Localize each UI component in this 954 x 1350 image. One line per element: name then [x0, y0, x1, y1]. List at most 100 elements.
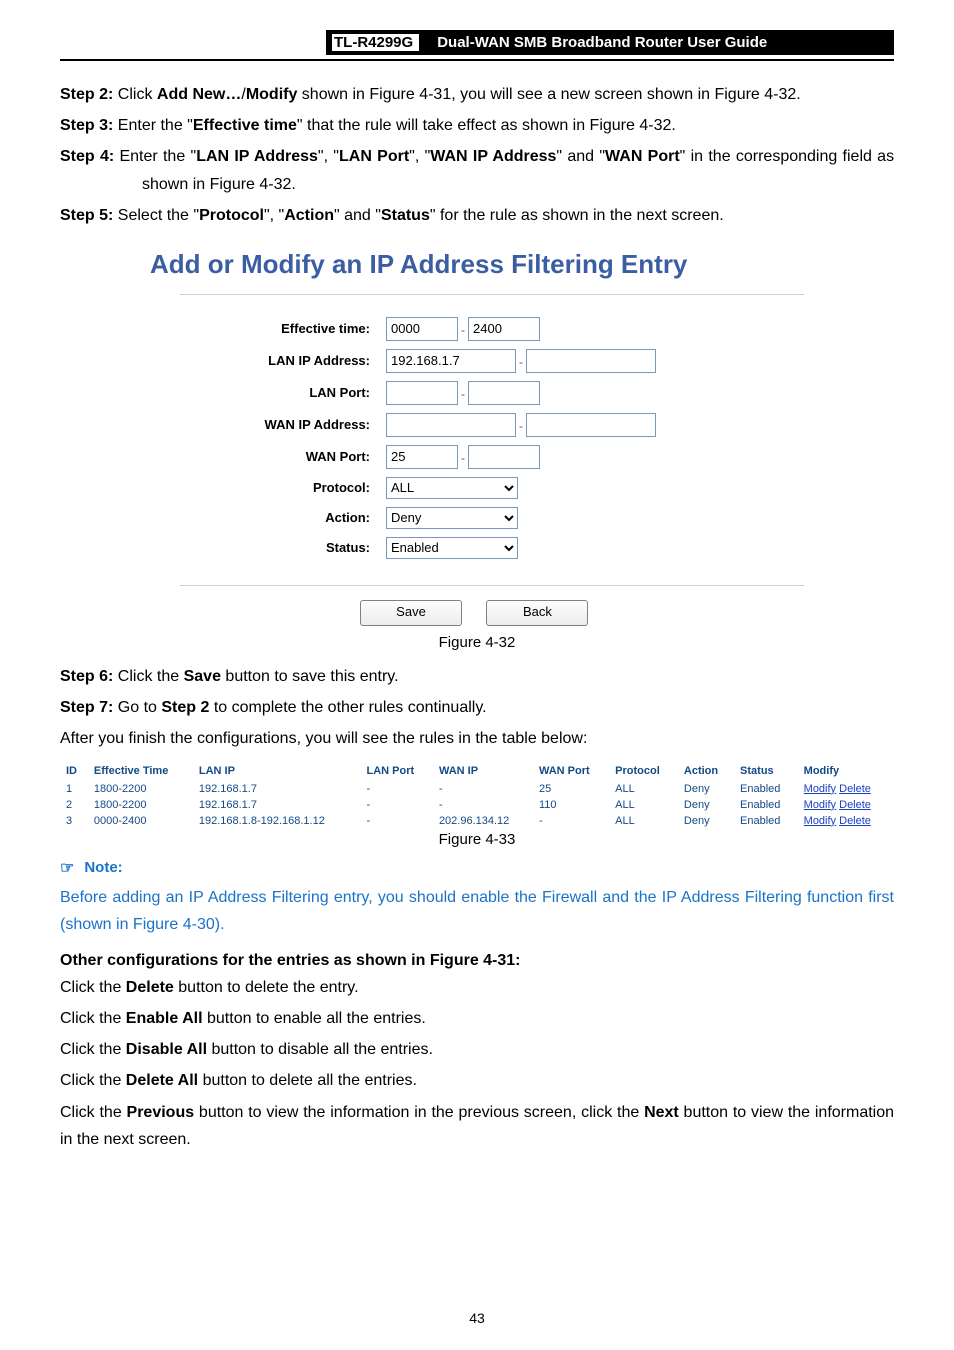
- effective-time-from-input[interactable]: [386, 317, 458, 341]
- table-header-cell: Status: [734, 761, 798, 781]
- modify-link[interactable]: Modify: [804, 815, 836, 827]
- status-select[interactable]: Enabled: [386, 537, 518, 559]
- step-line: Step 7: Go to Step 2 to complete the oth…: [60, 694, 894, 721]
- table-cell: Deny: [678, 813, 734, 829]
- step-line: Step 5: Select the "Protocol", "Action" …: [60, 202, 894, 229]
- table-header-cell: WAN Port: [533, 761, 609, 781]
- table-cell: ALL: [609, 797, 678, 813]
- other-config-line: Click the Delete button to delete the en…: [60, 974, 894, 1001]
- step-label: Step 3:: [60, 117, 118, 134]
- lanip-from-input[interactable]: [386, 349, 516, 373]
- table-cell: 2: [60, 797, 88, 813]
- action-select[interactable]: Deny: [386, 507, 518, 529]
- hand-pointer-icon: ☞: [60, 858, 74, 878]
- rules-table: IDEffective TimeLAN IPLAN PortWAN IPWAN …: [60, 761, 894, 829]
- page-number: 43: [0, 1310, 954, 1326]
- table-cell: Enabled: [734, 781, 798, 797]
- effective-time-label: Effective time:: [180, 321, 386, 336]
- table-header-cell: Action: [678, 761, 734, 781]
- step-label: Step 4:: [60, 148, 119, 165]
- other-config-heading: Other configurations for the entries as …: [60, 952, 894, 970]
- table-cell: Deny: [678, 781, 734, 797]
- table-cell: 1800-2200: [88, 781, 193, 797]
- back-button[interactable]: Back: [486, 600, 588, 626]
- note-body: Before adding an IP Address Filtering en…: [60, 884, 894, 938]
- wanip-from-input[interactable]: [386, 413, 516, 437]
- step-line: Step 2: Click Add New…/Modify shown in F…: [60, 81, 894, 108]
- table-cell: 192.168.1.8-192.168.1.12: [193, 813, 361, 829]
- action-label: Action:: [180, 510, 386, 525]
- doc-header: TL-R4299G Dual-WAN SMB Broadband Router U…: [60, 30, 894, 55]
- table-cell: ALL: [609, 781, 678, 797]
- protocol-select[interactable]: ALL: [386, 477, 518, 499]
- table-cell: Modify Delete: [798, 813, 894, 829]
- table-cell: Modify Delete: [798, 781, 894, 797]
- table-cell: 192.168.1.7: [193, 781, 361, 797]
- table-header-cell: ID: [60, 761, 88, 781]
- step-line: Step 3: Enter the "Effective time" that …: [60, 112, 894, 139]
- table-cell: 3: [60, 813, 88, 829]
- modify-link[interactable]: Modify: [804, 783, 836, 795]
- model-code: TL-R4299G: [332, 34, 419, 51]
- table-row: 21800-2200192.168.1.7--110ALLDenyEnabled…: [60, 797, 894, 813]
- table-cell: 25: [533, 781, 609, 797]
- config-panel: Effective time: - LAN IP Address: - LAN …: [180, 294, 804, 586]
- wanip-to-input[interactable]: [526, 413, 656, 437]
- status-label: Status:: [180, 540, 386, 555]
- step-label: Step 6:: [60, 668, 118, 685]
- delete-link[interactable]: Delete: [839, 799, 871, 811]
- step-label: Step 7:: [60, 699, 118, 716]
- lanport-from-input[interactable]: [386, 381, 458, 405]
- table-cell: 110: [533, 797, 609, 813]
- wanport-from-input[interactable]: [386, 445, 458, 469]
- figure-4-33-caption: Figure 4-33: [60, 831, 894, 848]
- lanport-to-input[interactable]: [468, 381, 540, 405]
- other-config-lines: Click the Delete button to delete the en…: [60, 974, 894, 1153]
- lanip-to-input[interactable]: [526, 349, 656, 373]
- table-header-cell: Modify: [798, 761, 894, 781]
- table-cell: Deny: [678, 797, 734, 813]
- step-label: Step 2:: [60, 86, 118, 103]
- steps-after-block: Step 6: Click the Save button to save th…: [60, 663, 894, 721]
- delete-link[interactable]: Delete: [839, 815, 871, 827]
- step-line: Step 6: Click the Save button to save th…: [60, 663, 894, 690]
- note-label: Note:: [84, 858, 122, 875]
- table-cell: 202.96.134.12: [433, 813, 533, 829]
- wanport-to-input[interactable]: [468, 445, 540, 469]
- table-cell: -: [533, 813, 609, 829]
- other-config-line: Click the Enable All button to enable al…: [60, 1005, 894, 1032]
- table-cell: -: [360, 813, 432, 829]
- table-header-cell: LAN IP: [193, 761, 361, 781]
- step-label: Step 5:: [60, 207, 118, 224]
- config-button-row: Save Back: [360, 600, 894, 626]
- table-cell: 0000-2400: [88, 813, 193, 829]
- protocol-label: Protocol:: [180, 480, 386, 495]
- table-header-cell: LAN Port: [360, 761, 432, 781]
- table-header-cell: WAN IP: [433, 761, 533, 781]
- save-button[interactable]: Save: [360, 600, 462, 626]
- steps-top-block: Step 2: Click Add New…/Modify shown in F…: [60, 81, 894, 229]
- other-config-line: Click the Disable All button to disable …: [60, 1036, 894, 1063]
- step-line: Step 4: Enter the "LAN IP Address", "LAN…: [60, 143, 894, 197]
- table-cell: -: [360, 781, 432, 797]
- table-cell: Enabled: [734, 813, 798, 829]
- note-heading: ☞ Note:: [60, 858, 894, 878]
- other-config-line: Click the Delete All button to delete al…: [60, 1067, 894, 1094]
- table-cell: 1800-2200: [88, 797, 193, 813]
- table-cell: -: [433, 797, 533, 813]
- wanport-label: WAN Port:: [180, 449, 386, 464]
- table-cell: -: [433, 781, 533, 797]
- modify-link[interactable]: Modify: [804, 799, 836, 811]
- delete-link[interactable]: Delete: [839, 783, 871, 795]
- table-row: 11800-2200192.168.1.7--25ALLDenyEnabledM…: [60, 781, 894, 797]
- doc-title: Dual-WAN SMB Broadband Router User Guide: [437, 34, 767, 51]
- table-cell: 192.168.1.7: [193, 797, 361, 813]
- table-cell: Modify Delete: [798, 797, 894, 813]
- other-config-line: Click the Previous button to view the in…: [60, 1099, 894, 1153]
- lanport-label: LAN Port:: [180, 385, 386, 400]
- table-header-cell: Effective Time: [88, 761, 193, 781]
- effective-time-to-input[interactable]: [468, 317, 540, 341]
- table-cell: -: [360, 797, 432, 813]
- after-config-line: After you finish the configurations, you…: [60, 725, 894, 752]
- table-cell: ALL: [609, 813, 678, 829]
